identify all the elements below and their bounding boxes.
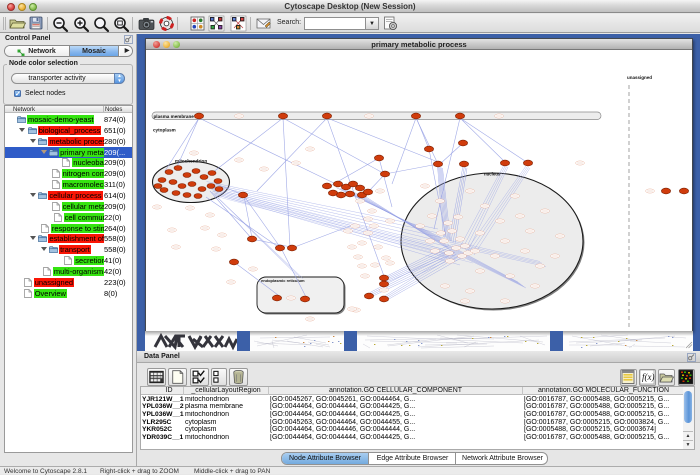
- svg-text:plasma membrane: plasma membrane: [154, 114, 195, 119]
- svg-text:unassigned: unassigned: [627, 75, 652, 80]
- svg-text:f(x): f(x): [642, 372, 655, 382]
- svg-text:cytoplasm: cytoplasm: [153, 128, 176, 133]
